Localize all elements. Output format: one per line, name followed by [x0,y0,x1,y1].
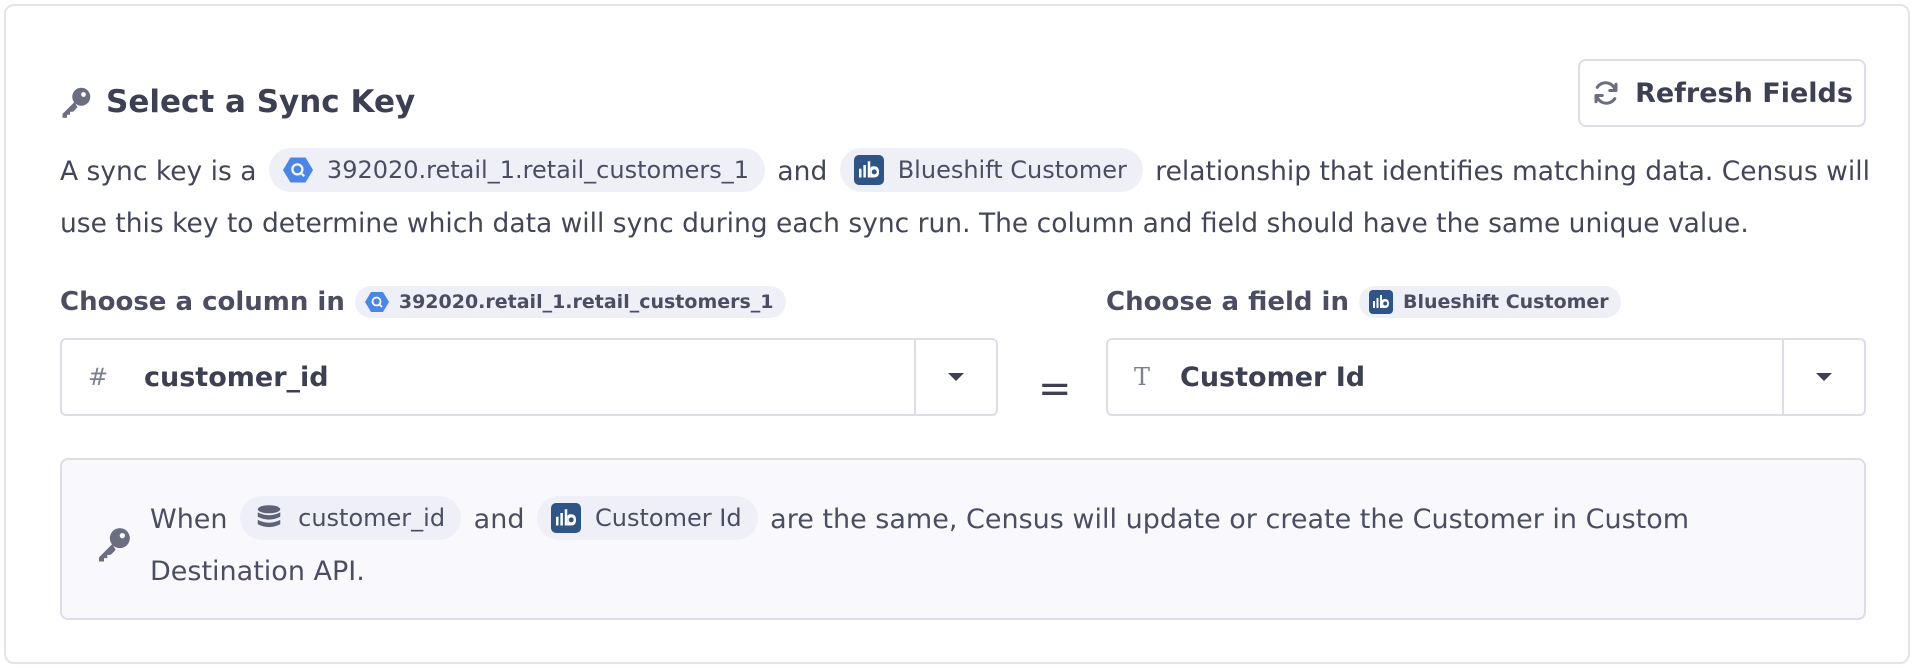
destination-object-chip: Blueshift Customer [839,147,1143,192]
blueshift-icon [551,502,582,533]
description-and: and [777,156,828,187]
destination-label-text: Choose a field in [1106,287,1349,317]
source-label-text: Choose a column in [60,287,345,317]
destination-field-select[interactable]: T Customer Id [1106,338,1866,416]
blueshift-icon [1368,290,1393,314]
text-type-icon: T [1134,363,1151,391]
equals-sign: = [1038,366,1072,412]
source-object-name: 392020.retail_1.retail_customers_1 [326,155,749,184]
section-header: Select a Sync Key [58,84,415,120]
number-type-icon: # [88,363,109,391]
column-chip: customer_id [240,495,462,540]
bigquery-icon [282,157,313,182]
source-column-select[interactable]: # customer_id [60,338,998,416]
description-prefix: A sync key is a [60,156,257,187]
source-object-name-small: 392020.retail_1.retail_customers_1 [398,291,774,313]
key-icon [62,87,91,118]
source-object-chip: 392020.retail_1.retail_customers_1 [268,147,765,192]
refresh-fields-button[interactable]: Refresh Fields [1578,59,1866,127]
database-icon [257,504,281,527]
column-chip-label: customer_id [298,503,446,532]
summary-and: and [473,504,525,535]
blueshift-icon [853,154,884,185]
field-chip-label: Customer Id [595,503,742,532]
source-column-value: customer_id [144,361,329,393]
refresh-fields-label: Refresh Fields [1635,77,1853,109]
sync-key-summary: When customer_id and Customer Id are the… [60,458,1866,620]
key-icon [99,528,130,562]
page-title: Select a Sync Key [106,84,416,120]
summary-when: When [150,504,228,535]
field-chip: Customer Id [537,495,758,540]
bigquery-icon [364,292,389,312]
destination-field-label: Choose a field in Blueshift Customer [1106,286,1621,318]
chevron-down-icon[interactable] [1782,340,1864,414]
destination-field-value: Customer Id [1180,361,1366,393]
refresh-icon [1594,81,1618,105]
summary-message: When customer_id and Customer Id are the… [150,494,1840,598]
source-column-label: Choose a column in 392020.retail_1.retai… [60,286,786,318]
sync-key-card: Select a Sync Key Refresh Fields A sync … [4,4,1910,664]
source-object-chip-small: 392020.retail_1.retail_customers_1 [354,286,786,318]
destination-object-name-small: Blueshift Customer [1402,291,1609,313]
destination-object-name: Blueshift Customer [897,155,1127,184]
destination-object-chip-small: Blueshift Customer [1358,286,1621,318]
chevron-down-icon[interactable] [914,340,996,414]
sync-key-description: A sync key is a 392020.retail_1.retail_c… [60,146,1870,250]
